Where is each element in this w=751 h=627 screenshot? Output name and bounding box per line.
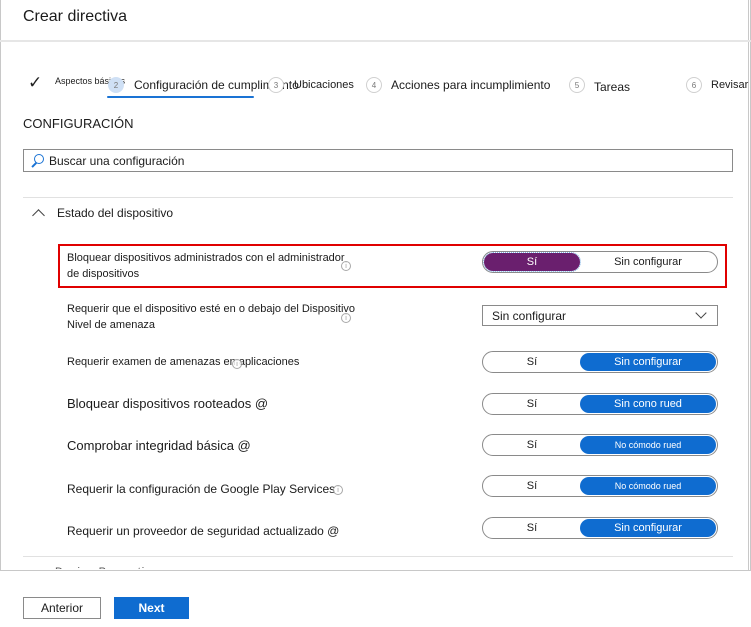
check-icon: ✓ xyxy=(28,73,43,92)
search-placeholder: Buscar una configuración xyxy=(49,153,185,168)
page-header: Crear directiva xyxy=(0,0,751,42)
footer: Anterior Next xyxy=(0,570,751,627)
setting-label-line2: de dispositivos xyxy=(67,268,140,280)
previous-button[interactable]: Anterior xyxy=(23,597,101,619)
active-step-indicator xyxy=(107,96,254,98)
setting-label: Requerir la configuración de Google Play… xyxy=(67,482,336,496)
setting-label-line2: Nivel de amenaza xyxy=(67,319,156,331)
toggle-option-not-configured[interactable]: Sin configurar xyxy=(580,253,716,271)
step-label: Revisar xyxy=(711,79,749,91)
group-header-estado-dispositivo[interactable]: Estado del dispositivo xyxy=(30,206,174,222)
toggle-integridad-basica[interactable]: Sí No cómodo rued xyxy=(482,434,718,456)
step-number-circle: 4 xyxy=(366,77,382,93)
info-icon[interactable]: i xyxy=(341,261,351,271)
toggle-option-yes[interactable]: Sí xyxy=(484,519,580,537)
step-ubicaciones[interactable]: 3 Ubicaciones xyxy=(268,70,354,100)
toggle-option-not-configured[interactable]: Sin cono rued xyxy=(580,395,716,413)
setting-label: Requerir un proveedor de seguridad actua… xyxy=(67,524,340,538)
group-label: Estado del dispositivo xyxy=(57,206,174,220)
setting-label: Bloquear dispositivos administrados con … xyxy=(67,250,345,282)
toggle-option-not-configured[interactable]: No cómodo rued xyxy=(580,477,716,495)
info-icon[interactable]: i xyxy=(333,485,343,495)
setting-label-line1: Bloquear dispositivos administrados con … xyxy=(67,252,345,264)
section-title: CONFIGURACIÓN xyxy=(23,116,134,131)
step-revisar[interactable]: 6 Revisar xyxy=(686,70,748,100)
toggle-option-yes[interactable]: Sí xyxy=(484,436,580,454)
step-acciones-incumplimiento[interactable]: 4 Acciones para incumplimiento xyxy=(366,70,550,100)
chevron-down-icon xyxy=(695,307,707,319)
toggle-google-play-services[interactable]: Sí No cómodo rued xyxy=(482,475,718,497)
step-label: Ubicaciones xyxy=(294,79,354,91)
info-icon[interactable]: i xyxy=(232,359,242,369)
info-icon[interactable]: i xyxy=(341,313,351,323)
step-number-circle: 5 xyxy=(569,77,585,93)
toggle-proveedor-seguridad[interactable]: Sí Sin configurar xyxy=(482,517,718,539)
toggle-option-not-configured[interactable]: Sin configurar xyxy=(580,519,716,537)
step-number-circle: 3 xyxy=(268,77,284,93)
toggle-examen-amenazas[interactable]: Sí Sin configurar xyxy=(482,351,718,373)
divider xyxy=(23,197,733,198)
toggle-bloquear-administrador[interactable]: Sí Sin configurar xyxy=(482,251,718,273)
dropdown-value: Sin configurar xyxy=(492,308,567,323)
threat-level-dropdown[interactable]: Sin configurar xyxy=(482,305,718,326)
search-input[interactable]: Buscar una configuración xyxy=(23,149,733,172)
next-button[interactable]: Next xyxy=(114,597,189,619)
page-title: Crear directiva xyxy=(23,8,128,25)
step-label: Tareas xyxy=(594,79,631,94)
toggle-option-yes[interactable]: Sí xyxy=(483,252,581,272)
setting-label: Requerir que el dispositivo esté en o de… xyxy=(67,301,355,333)
toggle-option-not-configured[interactable]: Sin configurar xyxy=(580,353,716,371)
toggle-option-yes[interactable]: Sí xyxy=(484,477,580,495)
toggle-bloquear-rooteados[interactable]: Sí Sin cono rued xyxy=(482,393,718,415)
setting-label: Bloquear dispositivos rooteados @ xyxy=(67,396,269,411)
toggle-option-not-configured[interactable]: No cómodo rued xyxy=(580,436,716,454)
step-number-circle: 6 xyxy=(686,77,702,93)
toggle-option-yes[interactable]: Sí xyxy=(484,395,580,413)
search-icon xyxy=(30,153,44,168)
setting-label: Comprobar integridad básica @ xyxy=(67,438,251,453)
step-label: Acciones para incumplimiento xyxy=(391,78,551,92)
setting-label-line1: Requerir que el dispositivo esté en o de… xyxy=(67,303,356,315)
step-number-circle: 2 xyxy=(108,77,124,93)
next-group-label-peek: Device Properties xyxy=(55,566,159,569)
step-tareas[interactable]: 5 Tareas xyxy=(569,70,630,100)
chevron-up-icon xyxy=(32,209,45,222)
divider xyxy=(23,556,733,557)
toggle-option-yes[interactable]: Sí xyxy=(484,353,580,371)
setting-label: Requerir examen de amenazas en aplicacio… xyxy=(67,356,300,368)
